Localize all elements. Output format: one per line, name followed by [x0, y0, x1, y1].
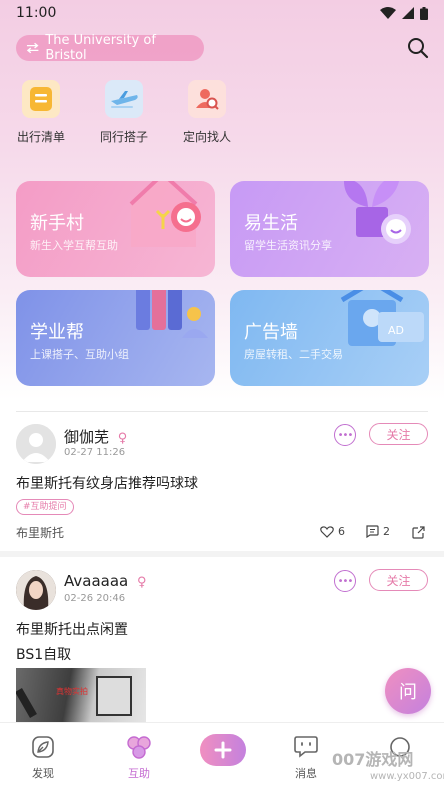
card-subtitle: 上课搭子、互助小组 — [30, 348, 129, 361]
ad-badge: AD — [388, 324, 404, 337]
post-text[interactable]: 布里斯托出点闲置 — [16, 619, 128, 639]
image-frame — [96, 676, 132, 716]
university-name: The University of Bristol — [45, 33, 156, 63]
comment-count: 2 — [383, 525, 390, 538]
more-options-button[interactable]: ••• — [334, 570, 356, 592]
more-options-button[interactable]: ••• — [334, 424, 356, 446]
follow-button[interactable]: 关注 — [369, 569, 428, 591]
image-item — [16, 688, 37, 718]
author-name[interactable]: Avaaaaa ♀ — [64, 572, 147, 590]
comment-icon — [366, 525, 379, 538]
tab-label: 发现 — [32, 767, 54, 780]
card-easy-life[interactable]: 易生活 留学生活资讯分享 — [230, 181, 429, 277]
status-time: 11:00 — [16, 5, 57, 21]
image-caption: 真物实拍 — [56, 687, 88, 696]
message-icon — [292, 733, 320, 761]
card-title: 易生活 — [244, 213, 298, 234]
university-switch-button[interactable]: The University of Bristol — [16, 33, 204, 63]
quick-link-travel-buddy[interactable]: 同行搭子 — [86, 80, 162, 145]
battery-icon — [420, 6, 428, 20]
plant-icon — [344, 181, 411, 244]
author-name-text: 御伽芜 — [64, 428, 110, 446]
like-count: 6 — [338, 525, 345, 538]
wifi-icon — [380, 7, 396, 19]
books-icon — [136, 290, 208, 338]
quick-link-label: 定向找人 — [182, 130, 231, 144]
post-image[interactable]: 真物实拍 — [16, 668, 146, 723]
quick-link-label: 出行清单 — [16, 130, 65, 144]
post-card[interactable]: 御伽芜 ♀ 02-27 11:26 ••• 关注 布里斯托有纹身店推荐吗球球 #… — [0, 420, 444, 550]
status-icons — [380, 6, 428, 20]
create-post-button[interactable] — [200, 734, 246, 766]
card-subtitle: 房屋转租、二手交易 — [244, 348, 343, 361]
leaf-icon — [29, 733, 57, 761]
plus-icon — [214, 741, 232, 759]
tab-label: 互助 — [128, 767, 150, 780]
search-icon[interactable] — [406, 36, 430, 60]
quick-links: 出行清单 同行搭子 定向找人 — [0, 80, 444, 150]
house-icon — [129, 181, 201, 247]
post-tag[interactable]: #互助提问 — [16, 499, 74, 515]
post-time: 02-26 20:46 — [64, 593, 126, 604]
header: The University of Bristol — [0, 32, 444, 64]
airplane-icon — [105, 80, 143, 118]
follow-button[interactable]: 关注 — [369, 423, 428, 445]
card-subtitle: 新生入学互帮互助 — [30, 239, 118, 252]
post-time: 02-27 11:26 — [64, 447, 126, 458]
author-name-text: Avaaaaa — [64, 572, 129, 590]
help-bubbles-icon — [125, 733, 153, 761]
card-newcomer[interactable]: 新手村 新生入学互帮互助 — [16, 181, 215, 277]
status-bar: 11:00 — [0, 0, 444, 26]
avatar[interactable] — [16, 570, 56, 610]
comment-button[interactable]: 2 — [365, 525, 390, 538]
quick-link-checklist[interactable]: 出行清单 — [3, 80, 79, 145]
quick-link-label: 同行搭子 — [99, 130, 148, 144]
avatar[interactable] — [16, 424, 56, 464]
post-card[interactable]: Avaaaaa ♀ 02-26 20:46 ••• 关注 布里斯托出点闲置 BS… — [0, 565, 444, 725]
signal-icon — [402, 7, 414, 19]
watermark-main: 007游戏网 — [332, 750, 414, 769]
person-search-icon — [188, 80, 226, 118]
card-subtitle: 留学生活资讯分享 — [244, 239, 332, 252]
card-title: 学业帮 — [30, 322, 84, 343]
like-button[interactable]: 6 — [320, 525, 345, 538]
billboard-icon — [340, 290, 424, 346]
post-text[interactable]: 布里斯托有纹身店推荐吗球球 — [16, 473, 198, 493]
ask-question-button[interactable]: 问 — [385, 668, 431, 714]
tab-discover[interactable]: 发现 — [13, 733, 73, 781]
card-ad-wall[interactable]: 广告墙 房屋转租、二手交易 AD — [230, 290, 429, 386]
share-icon[interactable] — [412, 526, 425, 539]
post-separator — [0, 551, 444, 557]
card-title: 新手村 — [30, 213, 84, 234]
watermark-sub: www.yx007.com — [370, 771, 444, 782]
author-name[interactable]: 御伽芜 ♀ — [64, 426, 127, 447]
quick-link-find-person[interactable]: 定向找人 — [169, 80, 245, 145]
post-location[interactable]: 布里斯托 — [16, 524, 64, 541]
card-study-help[interactable]: 学业帮 上课搭子、互助小组 — [16, 290, 215, 386]
card-title: 广告墙 — [244, 322, 298, 343]
section-divider — [16, 411, 428, 412]
swap-icon — [26, 42, 39, 54]
heart-icon — [320, 525, 334, 538]
site-watermark: 007游戏网 www.yx007.com — [330, 746, 444, 789]
female-icon: ♀ — [137, 575, 147, 590]
tab-label: 消息 — [295, 767, 317, 780]
tab-messages[interactable]: 消息 — [276, 733, 336, 781]
tab-mutual-help[interactable]: 互助 — [109, 733, 169, 781]
list-icon — [22, 80, 60, 118]
post-text-line-2[interactable]: BS1自取 — [16, 644, 71, 664]
female-icon: ♀ — [117, 431, 128, 446]
